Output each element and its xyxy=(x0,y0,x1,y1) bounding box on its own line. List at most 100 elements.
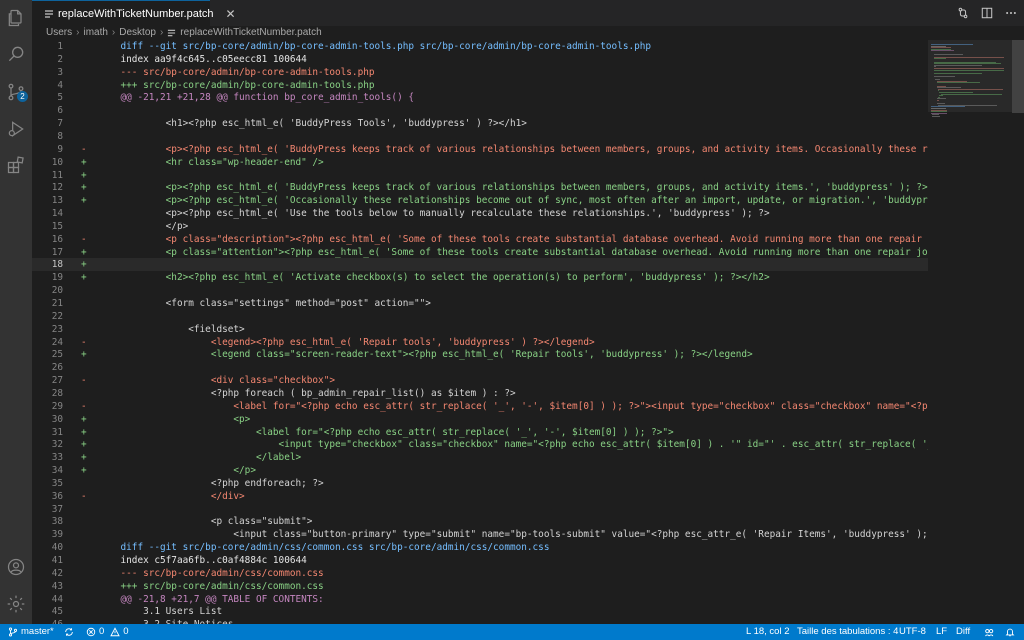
cursor-position[interactable]: L 18, col 2 xyxy=(746,624,789,640)
code-line[interactable]: 2 index aa9f4c645..c05eecc81 100644 xyxy=(32,53,928,66)
code-line[interactable]: 25 + <legend class="screen-reader-text"><… xyxy=(32,348,928,361)
code-line[interactable]: 9 - <p><?php esc_html_e( 'BuddyPress keep… xyxy=(32,143,928,156)
code-line[interactable]: 22 xyxy=(32,310,928,323)
explorer-icon[interactable] xyxy=(4,6,28,30)
settings-gear-icon[interactable] xyxy=(4,592,28,616)
minimap-line xyxy=(933,72,982,74)
indentation-setting[interactable]: Taille des tabulations : 4 xyxy=(797,624,898,640)
chevron-right-icon: › xyxy=(76,27,80,38)
eol-setting[interactable]: LF xyxy=(936,624,947,640)
account-icon[interactable] xyxy=(4,555,28,579)
encoding-setting[interactable]: UTF-8 xyxy=(899,624,926,640)
code-text: <input class="button-primary" type="subm… xyxy=(81,529,928,541)
line-number: 3 xyxy=(57,66,63,78)
code-line[interactable]: 7 <h1><?php esc_html_e( 'BuddyPress Tool… xyxy=(32,117,928,130)
code-line[interactable]: 10 + <hr class="wp-header-end" /> xyxy=(32,156,928,169)
code-line[interactable]: 27 - <div class="checkbox"> xyxy=(32,374,928,387)
code-line[interactable]: 11 + xyxy=(32,169,928,182)
code-line[interactable]: 24 - <legend><?php esc_html_e( 'Repair to… xyxy=(32,336,928,349)
language-mode[interactable]: Diff xyxy=(956,624,970,640)
feedback-button[interactable] xyxy=(984,624,994,640)
code-text: <?php foreach ( bp_admin_repair_list() a… xyxy=(81,387,516,399)
code-text: + <hr class="wp-header-end" /> xyxy=(81,156,324,168)
line-number: 15 xyxy=(51,220,63,232)
minimap-line xyxy=(931,50,955,52)
code-line[interactable]: 8 xyxy=(32,130,928,143)
code-line[interactable]: 18 + xyxy=(32,258,928,272)
breadcrumb-item[interactable]: replaceWithTicketNumber.patch xyxy=(180,26,321,40)
code-line[interactable]: 5 @@ -21,21 +21,28 @@ function bp_core_a… xyxy=(32,91,928,104)
split-editor-icon[interactable] xyxy=(980,6,994,20)
code-line[interactable]: 39 <input class="button-primary" type="s… xyxy=(32,528,928,541)
code-line[interactable]: 38 <p class="submit"> xyxy=(32,515,928,528)
scrollbar-thumb[interactable] xyxy=(1012,40,1024,113)
code-line[interactable]: 21 <form class="settings" method="post" … xyxy=(32,297,928,310)
code-line[interactable]: 6 xyxy=(32,104,928,117)
code-line[interactable]: 42 --- src/bp-core/admin/css/common.css xyxy=(32,567,928,580)
code-editor[interactable]: 1 diff --git src/bp-core/admin/bp-core-a… xyxy=(32,40,928,624)
code-text: diff --git src/bp-core/admin/bp-core-adm… xyxy=(81,41,652,52)
breadcrumb-item[interactable]: Desktop xyxy=(119,26,156,40)
tab-label: replaceWithTicketNumber.patch xyxy=(58,7,214,20)
code-text: + <p> xyxy=(81,413,251,425)
code-line[interactable]: 4 +++ src/bp-core/admin/bp-core-admin-to… xyxy=(32,79,928,92)
code-line[interactable]: 30 + <p> xyxy=(32,413,928,426)
run-debug-icon[interactable] xyxy=(4,117,28,141)
code-line[interactable]: 28 <?php foreach ( bp_admin_repair_list(… xyxy=(32,387,928,400)
extensions-icon[interactable] xyxy=(4,153,28,177)
code-line[interactable]: 45 3.1 Users List xyxy=(32,605,928,618)
code-text: --- src/bp-core/admin/css/common.css xyxy=(81,567,324,579)
code-line[interactable]: 14 <p><?php esc_html_e( 'Use the tools b… xyxy=(32,207,928,220)
line-number: 7 xyxy=(57,118,63,130)
scm-badge: 2 xyxy=(17,91,28,102)
code-line[interactable]: 31 + <label for="<?php echo esc_attr( str… xyxy=(32,426,928,439)
minimap-line xyxy=(933,58,947,60)
code-text: @@ -21,8 +21,7 @@ TABLE OF CONTENTS: xyxy=(81,593,324,605)
code-line[interactable]: 35 <?php endforeach; ?> xyxy=(32,477,928,490)
code-line[interactable]: 16 - <p class="description"><?php esc_htm… xyxy=(32,233,928,246)
search-icon[interactable] xyxy=(4,42,28,66)
minimap-line xyxy=(938,88,1004,90)
code-line[interactable]: 36 - </div> xyxy=(32,490,928,503)
tab-patch-file[interactable]: replaceWithTicketNumber.patch ✕ xyxy=(32,0,236,26)
code-text: <p><?php esc_html_e( 'Use the tools belo… xyxy=(81,208,770,220)
git-branch-icon xyxy=(8,627,18,637)
minimap-line xyxy=(939,95,943,97)
code-line[interactable]: 1 diff --git src/bp-core/admin/bp-core-a… xyxy=(32,40,928,53)
code-line[interactable]: 37 xyxy=(32,503,928,516)
notifications-button[interactable] xyxy=(1005,624,1015,640)
code-line[interactable]: 29 - <label for="<?php echo esc_attr( str… xyxy=(32,400,928,413)
code-line[interactable]: 33 + </label> xyxy=(32,451,928,464)
code-line[interactable]: 19 + <h2><?php esc_html_e( 'Activate chec… xyxy=(32,271,928,284)
code-line[interactable]: 13 + <p><?php esc_html_e( 'Occasionally t… xyxy=(32,194,928,207)
breadcrumb-item[interactable]: Users xyxy=(46,26,72,40)
code-line[interactable]: 17 + <p class="attention"><?php esc_html_… xyxy=(32,246,928,259)
code-line[interactable]: 40 diff --git src/bp-core/admin/css/comm… xyxy=(32,541,928,554)
open-changes-icon[interactable] xyxy=(956,6,970,20)
branch-indicator[interactable]: master* xyxy=(8,624,54,640)
code-line[interactable]: 26 xyxy=(32,361,928,374)
code-line[interactable]: 34 + </p> xyxy=(32,464,928,477)
line-number: 37 xyxy=(51,503,63,515)
warning-icon xyxy=(110,627,121,637)
code-line[interactable]: 12 + <p><?php esc_html_e( 'BuddyPress kee… xyxy=(32,181,928,194)
activity-bar: 2 xyxy=(0,0,32,624)
minimap[interactable] xyxy=(928,40,1012,624)
code-line[interactable]: 20 xyxy=(32,284,928,297)
code-line[interactable]: 23 <fieldset> xyxy=(32,323,928,336)
more-actions-icon[interactable] xyxy=(1004,6,1018,20)
code-text: + <p><?php esc_html_e( 'BuddyPress keeps… xyxy=(81,182,928,194)
code-line[interactable]: 3 --- src/bp-core/admin/bp-core-admin-to… xyxy=(32,66,928,79)
code-line[interactable]: 44 @@ -21,8 +21,7 @@ TABLE OF CONTENTS: xyxy=(32,593,928,606)
breadcrumb-item[interactable]: imath xyxy=(83,26,107,40)
code-line[interactable]: 41 index c5f7aa6fb..c0af4884c 100644 xyxy=(32,554,928,567)
close-icon[interactable]: ✕ xyxy=(226,7,236,21)
code-line[interactable]: 32 + <input type="checkbox" class="checkb… xyxy=(32,438,928,451)
code-line[interactable]: 15 </p> xyxy=(32,220,928,233)
problems-indicator[interactable]: 0 0 xyxy=(86,624,129,640)
code-line[interactable]: 43 +++ src/bp-core/admin/css/common.css xyxy=(32,580,928,593)
vscode-window: 2 replaceWithTicketNumber.patch ✕ Users … xyxy=(0,0,1024,640)
sync-button[interactable] xyxy=(64,624,74,640)
